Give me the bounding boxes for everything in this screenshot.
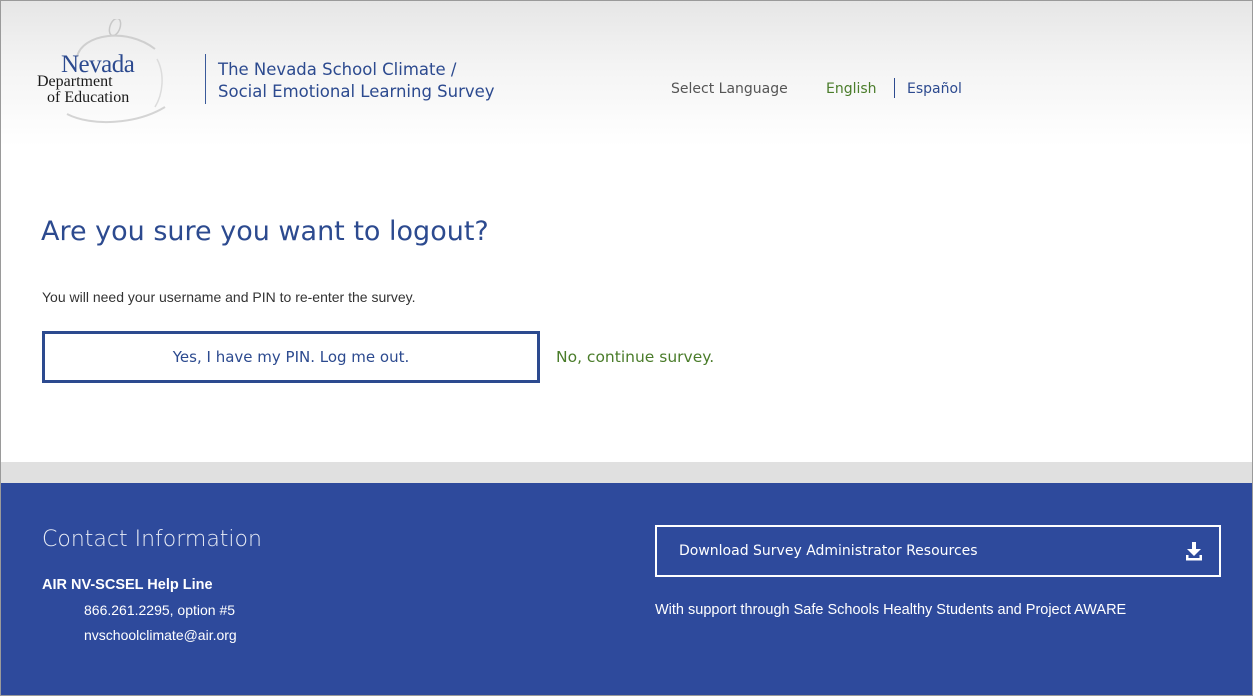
language-separator <box>894 78 895 98</box>
page-title: Are you sure you want to logout? <box>41 216 489 247</box>
helpline-label: AIR NV-SCSEL Help Line <box>42 577 213 593</box>
language-spanish-link[interactable]: Español <box>907 81 962 97</box>
header: Nevada Department of Education The Nevad… <box>1 1 1252 146</box>
footer: Contact Information AIR NV-SCSEL Help Li… <box>1 483 1252 695</box>
nevada-doe-logo[interactable]: Nevada Department of Education <box>37 19 197 129</box>
site-title-line2: Social Emotional Learning Survey <box>218 82 495 101</box>
site-title-line1: The Nevada School Climate / <box>218 60 457 79</box>
site-title: The Nevada School Climate / Social Emoti… <box>218 59 495 103</box>
support-text: With support through Safe Schools Health… <box>655 602 1127 618</box>
contact-information-heading: Contact Information <box>42 527 262 552</box>
logo-department-text: Department of Education <box>37 74 129 106</box>
logo-dept-line1: Department <box>37 73 113 90</box>
download-resources-button[interactable]: Download Survey Administrator Resources <box>655 525 1221 577</box>
confirm-logout-button[interactable]: Yes, I have my PIN. Log me out. <box>42 331 540 383</box>
footer-separator-band <box>1 462 1252 483</box>
download-icon <box>1186 542 1202 561</box>
select-language-label: Select Language <box>671 81 788 97</box>
logout-description: You will need your username and PIN to r… <box>42 289 416 305</box>
page-frame: Nevada Department of Education The Nevad… <box>0 0 1253 696</box>
continue-survey-link[interactable]: No, continue survey. <box>556 348 714 366</box>
language-english-link[interactable]: English <box>826 81 877 97</box>
logo-dept-line2: of Education <box>47 89 130 106</box>
logo-divider <box>205 54 206 104</box>
helpline-email[interactable]: nvschoolclimate@air.org <box>84 627 237 643</box>
download-resources-label: Download Survey Administrator Resources <box>679 543 978 559</box>
helpline-phone: 866.261.2295, option #5 <box>84 602 236 618</box>
